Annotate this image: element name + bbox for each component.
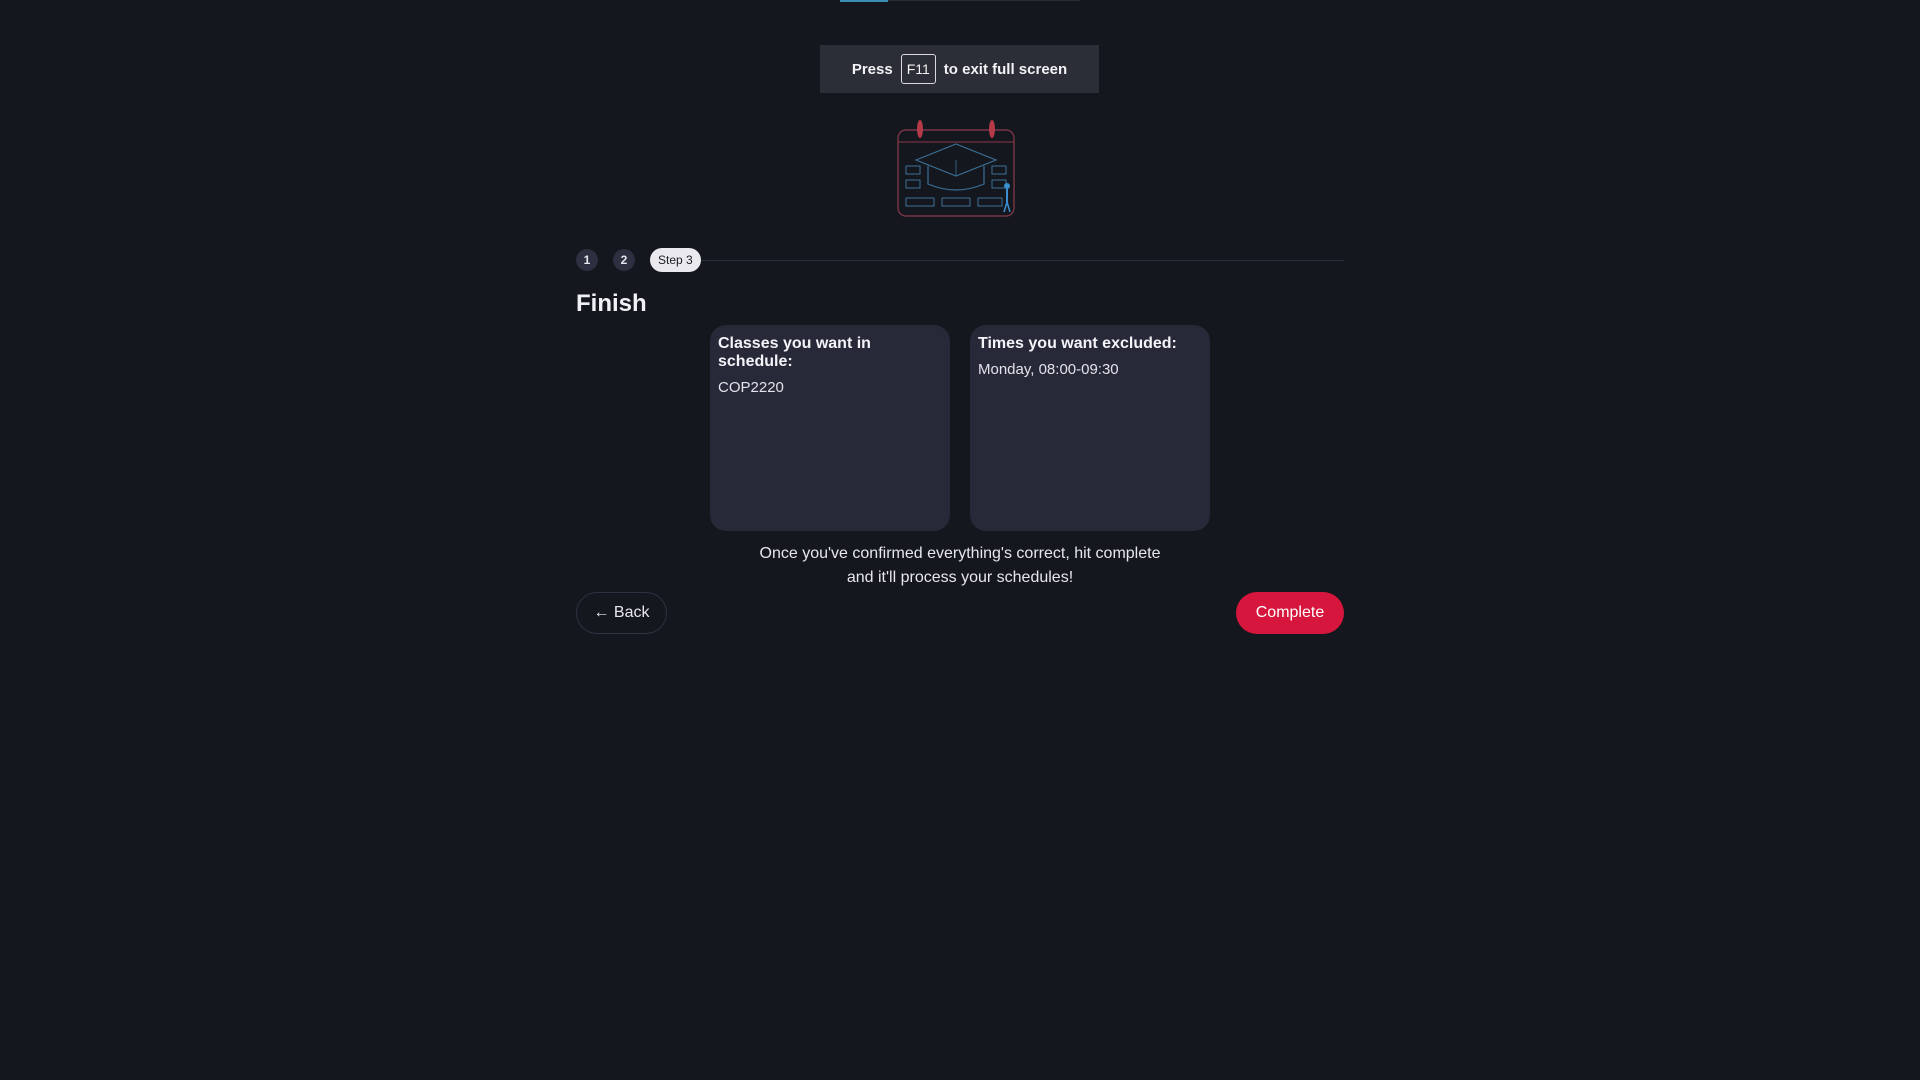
step-3-current: Step 3 bbox=[650, 248, 701, 272]
excluded-times-card: Times you want excluded: Monday, 08:00-0… bbox=[970, 325, 1210, 531]
classes-card-title: Classes you want in schedule: bbox=[718, 335, 871, 370]
complete-button[interactable]: Complete bbox=[1236, 592, 1344, 634]
confirmation-note: Once you've confirmed everything's corre… bbox=[710, 542, 1210, 590]
class-item: COP2220 bbox=[718, 379, 784, 396]
times-card-title: Times you want excluded: bbox=[978, 335, 1177, 352]
step-2-indicator[interactable]: 2 bbox=[613, 249, 635, 271]
top-tab-indicator bbox=[840, 0, 1080, 2]
step-progress: 1 2 Step 3 bbox=[576, 248, 1344, 272]
active-tab-underline bbox=[840, 0, 888, 2]
schedule-wizard-page: Press F11 to exit full screen 1 2 Step 3… bbox=[0, 0, 1920, 1080]
calendar-graduation-illustration bbox=[897, 120, 1015, 217]
step-1-indicator[interactable]: 1 bbox=[576, 249, 598, 271]
excluded-time-item: Monday, 08:00-09:30 bbox=[978, 361, 1119, 378]
back-button[interactable]: ← Back bbox=[576, 592, 667, 634]
classes-summary-card: Classes you want in schedule: COP2220 bbox=[710, 325, 950, 531]
step-progress-line bbox=[700, 259, 1344, 261]
confirmation-note-line-1: Once you've confirmed everything's corre… bbox=[759, 545, 1161, 562]
section-title: Finish bbox=[576, 290, 647, 317]
f11-key: F11 bbox=[900, 54, 936, 84]
toast-prefix: Press bbox=[851, 60, 893, 78]
toast-suffix: to exit full screen bbox=[943, 60, 1068, 78]
fullscreen-toast: Press F11 to exit full screen bbox=[820, 45, 1099, 93]
confirmation-note-line-2: and it'll process your schedules! bbox=[846, 569, 1074, 586]
